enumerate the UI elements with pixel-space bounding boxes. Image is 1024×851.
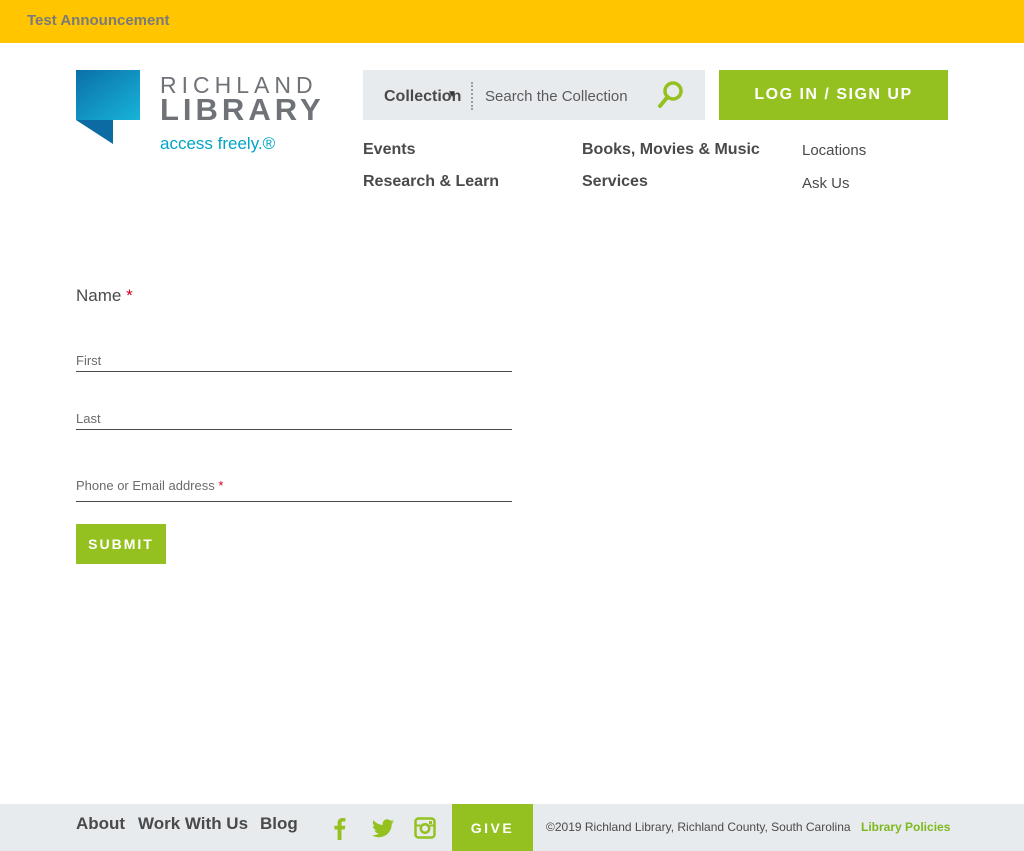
magnifier-icon [658, 81, 683, 108]
nav-services[interactable]: Services [582, 173, 648, 191]
contact-required-mark: * [218, 478, 224, 493]
contact-label-text: Phone or Email address [76, 478, 215, 493]
search-input[interactable] [485, 83, 655, 109]
search-button[interactable] [656, 80, 686, 110]
search-divider [471, 82, 473, 110]
contact-label: Phone or Email address * [76, 478, 223, 493]
give-button[interactable]: GIVE [452, 804, 533, 851]
facebook-icon[interactable] [329, 816, 351, 840]
logo-line2: LIBRARY [160, 92, 325, 127]
copyright-text: ©2019 Richland Library, Richland County,… [546, 820, 851, 834]
required-mark: * [126, 286, 133, 305]
nav-research-learn[interactable]: Research & Learn [363, 173, 499, 191]
login-signup-button[interactable]: LOG IN / SIGN UP [719, 70, 948, 120]
library-flag-icon [76, 70, 140, 144]
caret-down-icon[interactable]: ▼ [447, 89, 457, 100]
contact-form: Name * Phone or Email address * SUBMIT [76, 286, 512, 564]
footer-work-with-us-link[interactable]: Work With Us [138, 814, 248, 834]
name-label: Name [76, 286, 122, 305]
last-name-input[interactable] [76, 400, 512, 428]
name-legend: Name * [76, 286, 512, 306]
library-policies-link[interactable]: Library Policies [861, 820, 950, 834]
announcement-bar: Test Announcement [0, 0, 1024, 43]
nav-books-movies-music[interactable]: Books, Movies & Music [582, 141, 760, 159]
instagram-icon[interactable] [414, 816, 436, 840]
footer-about-link[interactable]: About [76, 814, 125, 834]
twitter-icon[interactable] [371, 816, 395, 840]
site-logo[interactable]: RICHLAND LIBRARY access freely.® [76, 70, 326, 160]
nav-events[interactable]: Events [363, 141, 415, 159]
footer-blog-link[interactable]: Blog [260, 814, 298, 834]
first-name-input[interactable] [76, 342, 512, 370]
site-footer: About Work With Us Blog GIVE ©2019 Richl… [0, 804, 1024, 851]
nav-locations[interactable]: Locations [802, 142, 866, 159]
contact-field[interactable]: Phone or Email address * [76, 472, 512, 502]
search-bar: Collection ▼ [363, 70, 705, 120]
last-name-field [76, 400, 512, 430]
logo-tagline: access freely.® [160, 134, 276, 153]
submit-button[interactable]: SUBMIT [76, 524, 166, 564]
announcement-link[interactable]: Test Announcement [27, 12, 170, 29]
first-name-field [76, 342, 512, 372]
nav-ask-us[interactable]: Ask Us [802, 175, 850, 192]
